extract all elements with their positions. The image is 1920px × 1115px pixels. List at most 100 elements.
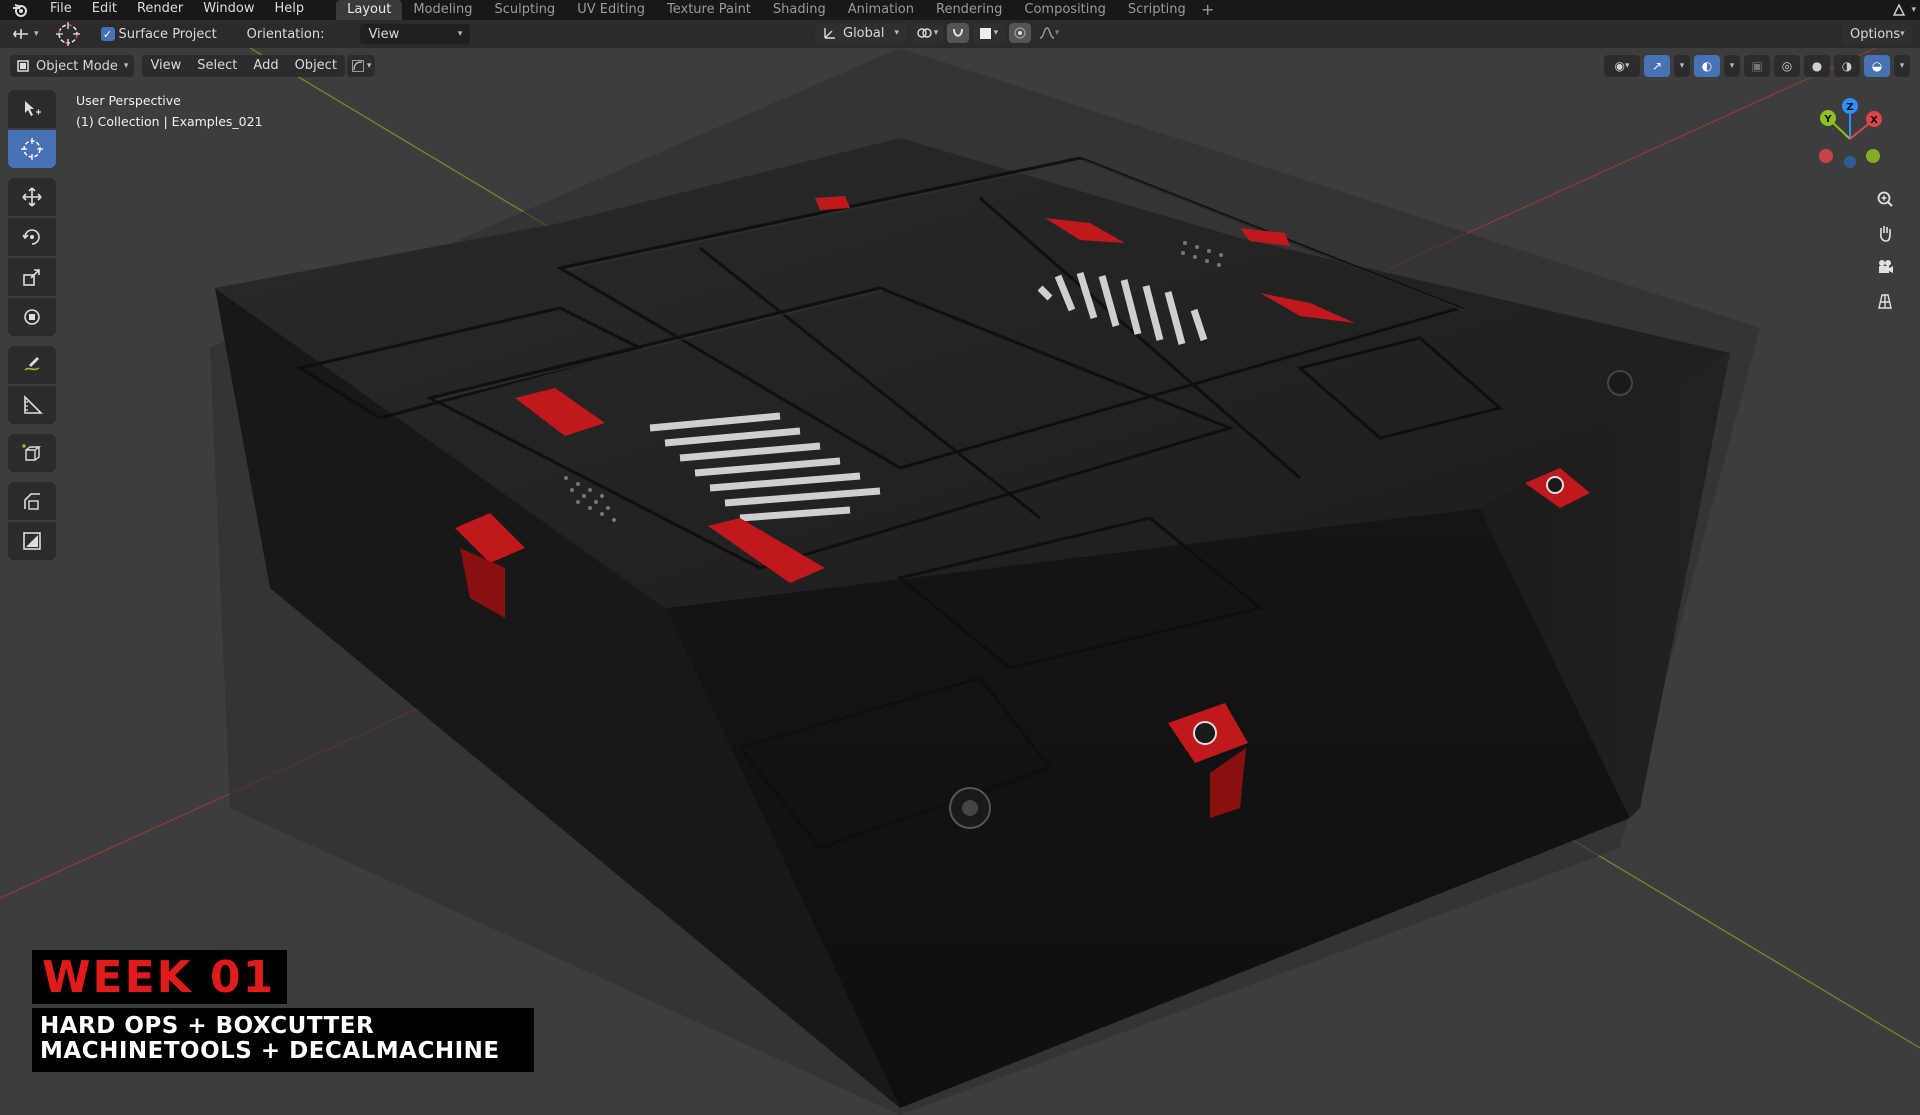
curve-icon (351, 60, 364, 72)
x-axis-label: X (1870, 115, 1878, 126)
annotate-icon (24, 357, 40, 371)
orientation-label: Orientation: (246, 26, 325, 42)
tab-animation[interactable]: Animation (837, 0, 925, 20)
cursor-tool-icon[interactable] (51, 22, 85, 46)
measure-tool[interactable] (8, 386, 56, 424)
orientation-dropdown[interactable]: View ▾ (360, 24, 471, 44)
tab-modeling[interactable]: Modeling (402, 0, 483, 20)
chevron-down-icon: ▾ (457, 29, 463, 39)
surface-project-label: Surface Project (118, 26, 217, 42)
neg-z-axis-handle[interactable] (1844, 156, 1856, 168)
orientation-value: View (368, 26, 400, 42)
neg-x-axis-handle[interactable] (1819, 149, 1833, 163)
tool-settings-header: ▾ ✓ Surface Project Orientation: View ▾ … (0, 20, 1920, 48)
transform-tool[interactable] (8, 298, 56, 336)
tab-layout[interactable]: Layout (336, 0, 403, 20)
tab-uv-editing[interactable]: UV Editing (566, 0, 656, 20)
transform-orientation-dropdown[interactable]: Global ▾ (815, 23, 907, 43)
falloff-icon[interactable]: ▾ (1035, 23, 1063, 43)
snap-icon[interactable] (947, 23, 969, 43)
bevel-icon (24, 493, 40, 510)
visibility-icon[interactable]: ◉ ▾ (1604, 55, 1640, 77)
tab-rendering[interactable]: Rendering (925, 0, 1013, 20)
add-cube-icon (22, 444, 42, 461)
scene-icon (1893, 3, 1906, 16)
gpencil-dropdown[interactable]: ▾ (346, 55, 376, 77)
menu-view[interactable]: View (142, 55, 189, 77)
addon-list-box: HARD OPS + BOXCUTTER MACHINETOOLS + DECA… (32, 1008, 534, 1072)
add-cube-tool[interactable] (8, 434, 56, 472)
overlay-dropdown-icon[interactable]: ▾ (1724, 55, 1740, 77)
top-menu-bar: File Edit Render Window Help Layout Mode… (0, 0, 1920, 20)
tab-compositing[interactable]: Compositing (1013, 0, 1117, 20)
measure-icon (24, 395, 43, 414)
annotate-tool[interactable] (8, 346, 56, 384)
xray-icon[interactable]: ▣ (1744, 55, 1770, 77)
z-axis-label: Z (1846, 102, 1853, 113)
grid-icon[interactable] (1870, 286, 1900, 316)
perspective-label: User Perspective (76, 93, 181, 108)
menu-render[interactable]: Render (127, 0, 193, 20)
rotate-tool[interactable] (8, 218, 56, 256)
proportional-edit-icon[interactable] (1009, 23, 1031, 43)
navigation-gizmo[interactable]: Z Y X (1800, 94, 1900, 184)
zoom-icon[interactable] (1870, 184, 1900, 214)
addon-line-1: HARD OPS + BOXCUTTER (40, 1013, 375, 1039)
cursor-tool[interactable] (8, 130, 56, 168)
solid-shading-icon[interactable]: ● (1804, 55, 1830, 77)
left-toolbar (8, 90, 56, 560)
transform-icon (24, 309, 40, 325)
tab-sculpting[interactable]: Sculpting (483, 0, 566, 20)
tool-icon-button[interactable]: ▾ (6, 23, 45, 45)
menu-file[interactable]: File (40, 0, 82, 20)
tab-scripting[interactable]: Scripting (1117, 0, 1197, 20)
scene-selector[interactable]: ▾ (1891, 0, 1916, 20)
object-mode-icon (17, 60, 29, 72)
mode-label: Object Mode (36, 58, 118, 74)
rotate-icon (22, 229, 40, 245)
tool-icon (13, 29, 28, 39)
hand-icon[interactable] (1870, 218, 1900, 248)
bevel-tool[interactable] (8, 482, 56, 520)
menu-select[interactable]: Select (189, 55, 245, 77)
options-dropdown[interactable]: Options ▾ (1842, 24, 1912, 44)
menu-help[interactable]: Help (265, 0, 315, 20)
move-icon (22, 187, 42, 207)
blender-logo-icon[interactable] (0, 0, 40, 20)
options-label: Options (1850, 26, 1901, 42)
menu-edit[interactable]: Edit (82, 0, 127, 20)
week-box: WEEK 01 (32, 950, 288, 1004)
select-box-tool[interactable] (8, 90, 56, 128)
snap-target-icon[interactable]: ▾ (973, 23, 1005, 43)
tab-texture-paint[interactable]: Texture Paint (656, 0, 762, 20)
y-axis-label: Y (1823, 114, 1832, 125)
transform-orientation-value: Global (843, 25, 885, 41)
gizmo-dropdown-icon[interactable]: ▾ (1674, 55, 1690, 77)
pivot-point-icon[interactable]: ▾ (911, 23, 943, 43)
cursor-icon (21, 138, 43, 160)
camera-icon[interactable] (1870, 252, 1900, 282)
gizmo-toggle-icon[interactable]: ↗ (1644, 55, 1670, 77)
move-tool[interactable] (8, 178, 56, 216)
mode-dropdown[interactable]: Object Mode ▾ (10, 55, 135, 77)
wireframe-shading-icon[interactable]: ◎ (1774, 55, 1800, 77)
material-shading-icon[interactable]: ◑ (1834, 55, 1860, 77)
menu-window[interactable]: Window (193, 0, 264, 20)
rendered-shading-icon[interactable]: ◒ (1864, 55, 1890, 77)
tab-shading[interactable]: Shading (762, 0, 837, 20)
scale-tool[interactable] (8, 258, 56, 296)
week-title: WEEK 01 (42, 952, 276, 1003)
surface-project-toggle[interactable]: ✓ Surface Project (95, 23, 223, 45)
shading-dropdown-icon[interactable]: ▾ (1894, 55, 1910, 77)
scale-cage-icon (23, 532, 41, 550)
overlay-toggle-icon[interactable]: ◐ (1694, 55, 1720, 77)
collection-label: (1) Collection | Examples_021 (76, 114, 263, 129)
menu-add[interactable]: Add (245, 55, 286, 77)
neg-y-axis-handle[interactable] (1866, 149, 1880, 163)
3d-viewport[interactable]: Object Mode ▾ View Select Add Object ▾ ◉… (0, 48, 1920, 1115)
surface-project-checkbox[interactable]: ✓ (100, 27, 115, 41)
viewport-header: Object Mode ▾ View Select Add Object ▾ ◉… (0, 48, 1920, 84)
scale-cage-tool[interactable] (8, 522, 56, 560)
menu-object[interactable]: Object (287, 55, 345, 77)
add-workspace-icon[interactable]: + (1197, 1, 1219, 19)
